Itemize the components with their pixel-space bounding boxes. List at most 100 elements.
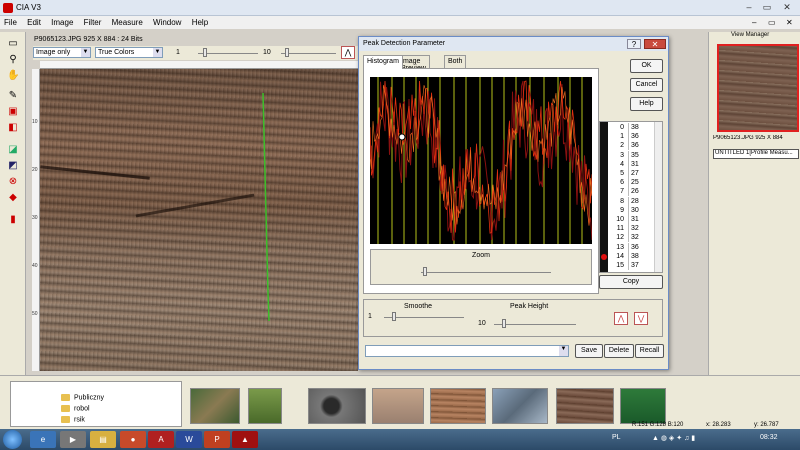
view-mode-select[interactable]: Image only ▼ xyxy=(33,47,91,58)
peak-icon[interactable]: ⋀ xyxy=(341,46,355,59)
color-picker-icon[interactable]: ◪ xyxy=(7,144,19,156)
zoom-icon[interactable]: ⚲ xyxy=(7,54,19,66)
ie-icon[interactable]: e xyxy=(30,431,56,448)
view-thumbnail-main[interactable] xyxy=(717,44,799,132)
peak-row[interactable]: 2 36 xyxy=(610,141,652,151)
ruler-tick-label: 30 xyxy=(32,215,38,221)
menu-edit[interactable]: Edit xyxy=(23,16,45,27)
smoothe-slider-thumb[interactable] xyxy=(392,312,396,321)
preset-combo[interactable]: ▼ xyxy=(365,345,569,357)
image-thumbnail[interactable] xyxy=(620,388,666,424)
peak-row[interactable]: 14 38 xyxy=(610,251,652,261)
layers-icon[interactable]: ◧ xyxy=(7,122,19,134)
peak-height-slider-track[interactable] xyxy=(494,324,576,325)
doc-close-icon[interactable]: ✕ xyxy=(782,16,797,27)
image-thumbnail[interactable] xyxy=(248,388,282,424)
folder-item[interactable]: robol xyxy=(61,405,90,415)
recall-button[interactable]: Recall xyxy=(635,344,664,358)
image-thumbnail[interactable] xyxy=(430,388,486,424)
peak-row[interactable]: 4 31 xyxy=(610,159,652,169)
maximize-icon[interactable]: ▭ xyxy=(760,2,774,13)
marker-icon[interactable]: ▮ xyxy=(7,214,19,226)
copy-button[interactable]: Copy xyxy=(599,275,663,289)
pin-icon[interactable]: ◆ xyxy=(7,192,19,204)
peak-list-scrollbar[interactable] xyxy=(654,122,662,272)
image-thumbnail[interactable] xyxy=(492,388,548,424)
view-item-profile[interactable]: UNTITLED 1[Profile Measu... xyxy=(713,149,799,159)
folder-item[interactable]: Publiczny xyxy=(61,394,104,404)
rectangle-select-icon[interactable]: ▭ xyxy=(7,38,19,50)
stamp-icon[interactable]: ◩ xyxy=(7,160,19,172)
tab-histogram[interactable]: Histogram xyxy=(363,55,403,69)
delete-button[interactable]: Delete xyxy=(604,344,634,358)
pdf-icon[interactable]: A xyxy=(148,431,174,448)
menu-window[interactable]: Window xyxy=(149,16,185,27)
help-question-icon[interactable]: ? xyxy=(627,39,641,49)
menu-help[interactable]: Help xyxy=(188,16,212,27)
peak-row[interactable]: 6 25 xyxy=(610,178,652,188)
doc-restore-icon[interactable]: ▭ xyxy=(764,16,780,27)
peak-row[interactable]: 12 32 xyxy=(610,233,652,243)
peak-row[interactable]: 1 36 xyxy=(610,132,652,142)
ok-button[interactable]: OK xyxy=(630,59,663,73)
peak-row[interactable]: 10 31 xyxy=(610,215,652,224)
histogram-plot[interactable] xyxy=(370,77,592,244)
profile-measure-line[interactable] xyxy=(262,93,270,321)
color-mode-select[interactable]: True Colors ▼ xyxy=(95,47,163,58)
zoom-slider-thumb[interactable] xyxy=(423,267,427,276)
peak-row[interactable]: 0 38 xyxy=(610,123,652,132)
rock-image-canvas[interactable] xyxy=(40,69,358,371)
cancel-button[interactable]: Cancel xyxy=(630,78,663,92)
image-thumbnail[interactable] xyxy=(372,388,424,424)
folder-item[interactable]: rsik xyxy=(61,416,85,426)
peak-row[interactable]: 8 28 xyxy=(610,196,652,206)
save-button[interactable]: Save xyxy=(575,344,603,358)
menu-image[interactable]: Image xyxy=(47,16,77,27)
cia-app-icon[interactable]: ▲ xyxy=(232,431,258,448)
language-indicator[interactable]: PL xyxy=(612,434,621,441)
peak-row[interactable]: 13 36 xyxy=(610,242,652,252)
menu-measure[interactable]: Measure xyxy=(108,16,147,27)
peak-row[interactable]: 11 32 xyxy=(610,224,652,234)
peak-row[interactable]: 9 30 xyxy=(610,205,652,215)
start-button[interactable] xyxy=(3,430,22,449)
explorer-icon[interactable]: ▤ xyxy=(90,431,116,448)
menu-filter[interactable]: Filter xyxy=(80,16,106,27)
valley-mode-icon[interactable]: ⋁ xyxy=(634,312,648,325)
target-icon[interactable]: ⊗ xyxy=(7,176,19,188)
zoom-slider-track[interactable] xyxy=(421,272,551,273)
doc-minimize-icon[interactable]: – xyxy=(748,16,760,27)
peak-row[interactable]: 15 37 xyxy=(610,261,652,270)
peak-mode-icon[interactable]: ⋀ xyxy=(614,312,628,325)
measure-icon[interactable]: ▣ xyxy=(7,106,19,118)
peak-height-slider-thumb[interactable] xyxy=(502,319,506,328)
menu-file[interactable]: File xyxy=(0,16,21,27)
hand-icon[interactable]: ✋ xyxy=(7,70,19,82)
word-icon[interactable]: W xyxy=(176,431,202,448)
brightness-slider-thumb[interactable] xyxy=(203,48,207,57)
view-item-image[interactable]: P9065123.JPG 925 X 884 xyxy=(713,135,799,145)
clock[interactable]: 08:32 xyxy=(760,434,778,441)
contrast-slider-thumb[interactable] xyxy=(285,48,289,57)
smoothe-slider-track[interactable] xyxy=(384,317,464,318)
tab-both[interactable]: Both xyxy=(444,55,467,68)
peak-row[interactable]: 5 27 xyxy=(610,169,652,178)
tray-icons[interactable]: ▲ ◍ ◈ ✦ ♫ ▮ xyxy=(652,434,695,442)
image-thumbnail[interactable] xyxy=(308,388,366,424)
close-icon[interactable]: ✕ xyxy=(780,2,794,13)
peak-row[interactable]: 3 35 xyxy=(610,150,652,160)
pencil-icon[interactable]: ✎ xyxy=(7,90,19,102)
peak-row[interactable]: 7 26 xyxy=(610,187,652,197)
minimize-icon[interactable]: – xyxy=(742,2,756,13)
help-button[interactable]: Help xyxy=(630,97,663,111)
image-thumbnail[interactable] xyxy=(556,388,614,424)
image-thumbnail[interactable] xyxy=(190,388,240,424)
powerpoint-icon[interactable]: P xyxy=(204,431,230,448)
brightness-slider-track[interactable] xyxy=(198,53,258,54)
folder-tree[interactable]: Publiczny robol rsik xyxy=(10,381,182,427)
media-player-icon[interactable]: ▶ xyxy=(60,431,86,448)
contrast-slider-track[interactable] xyxy=(281,53,336,54)
dialog-close-icon[interactable]: ✕ xyxy=(644,39,666,49)
chrome-icon[interactable]: ● xyxy=(120,431,146,448)
peak-list[interactable]: 0 38 1 36 2 36 3 35 4 31 5 27 6 25 7 26 8 28 9 30 10 31 11 32 12… xyxy=(599,121,663,273)
